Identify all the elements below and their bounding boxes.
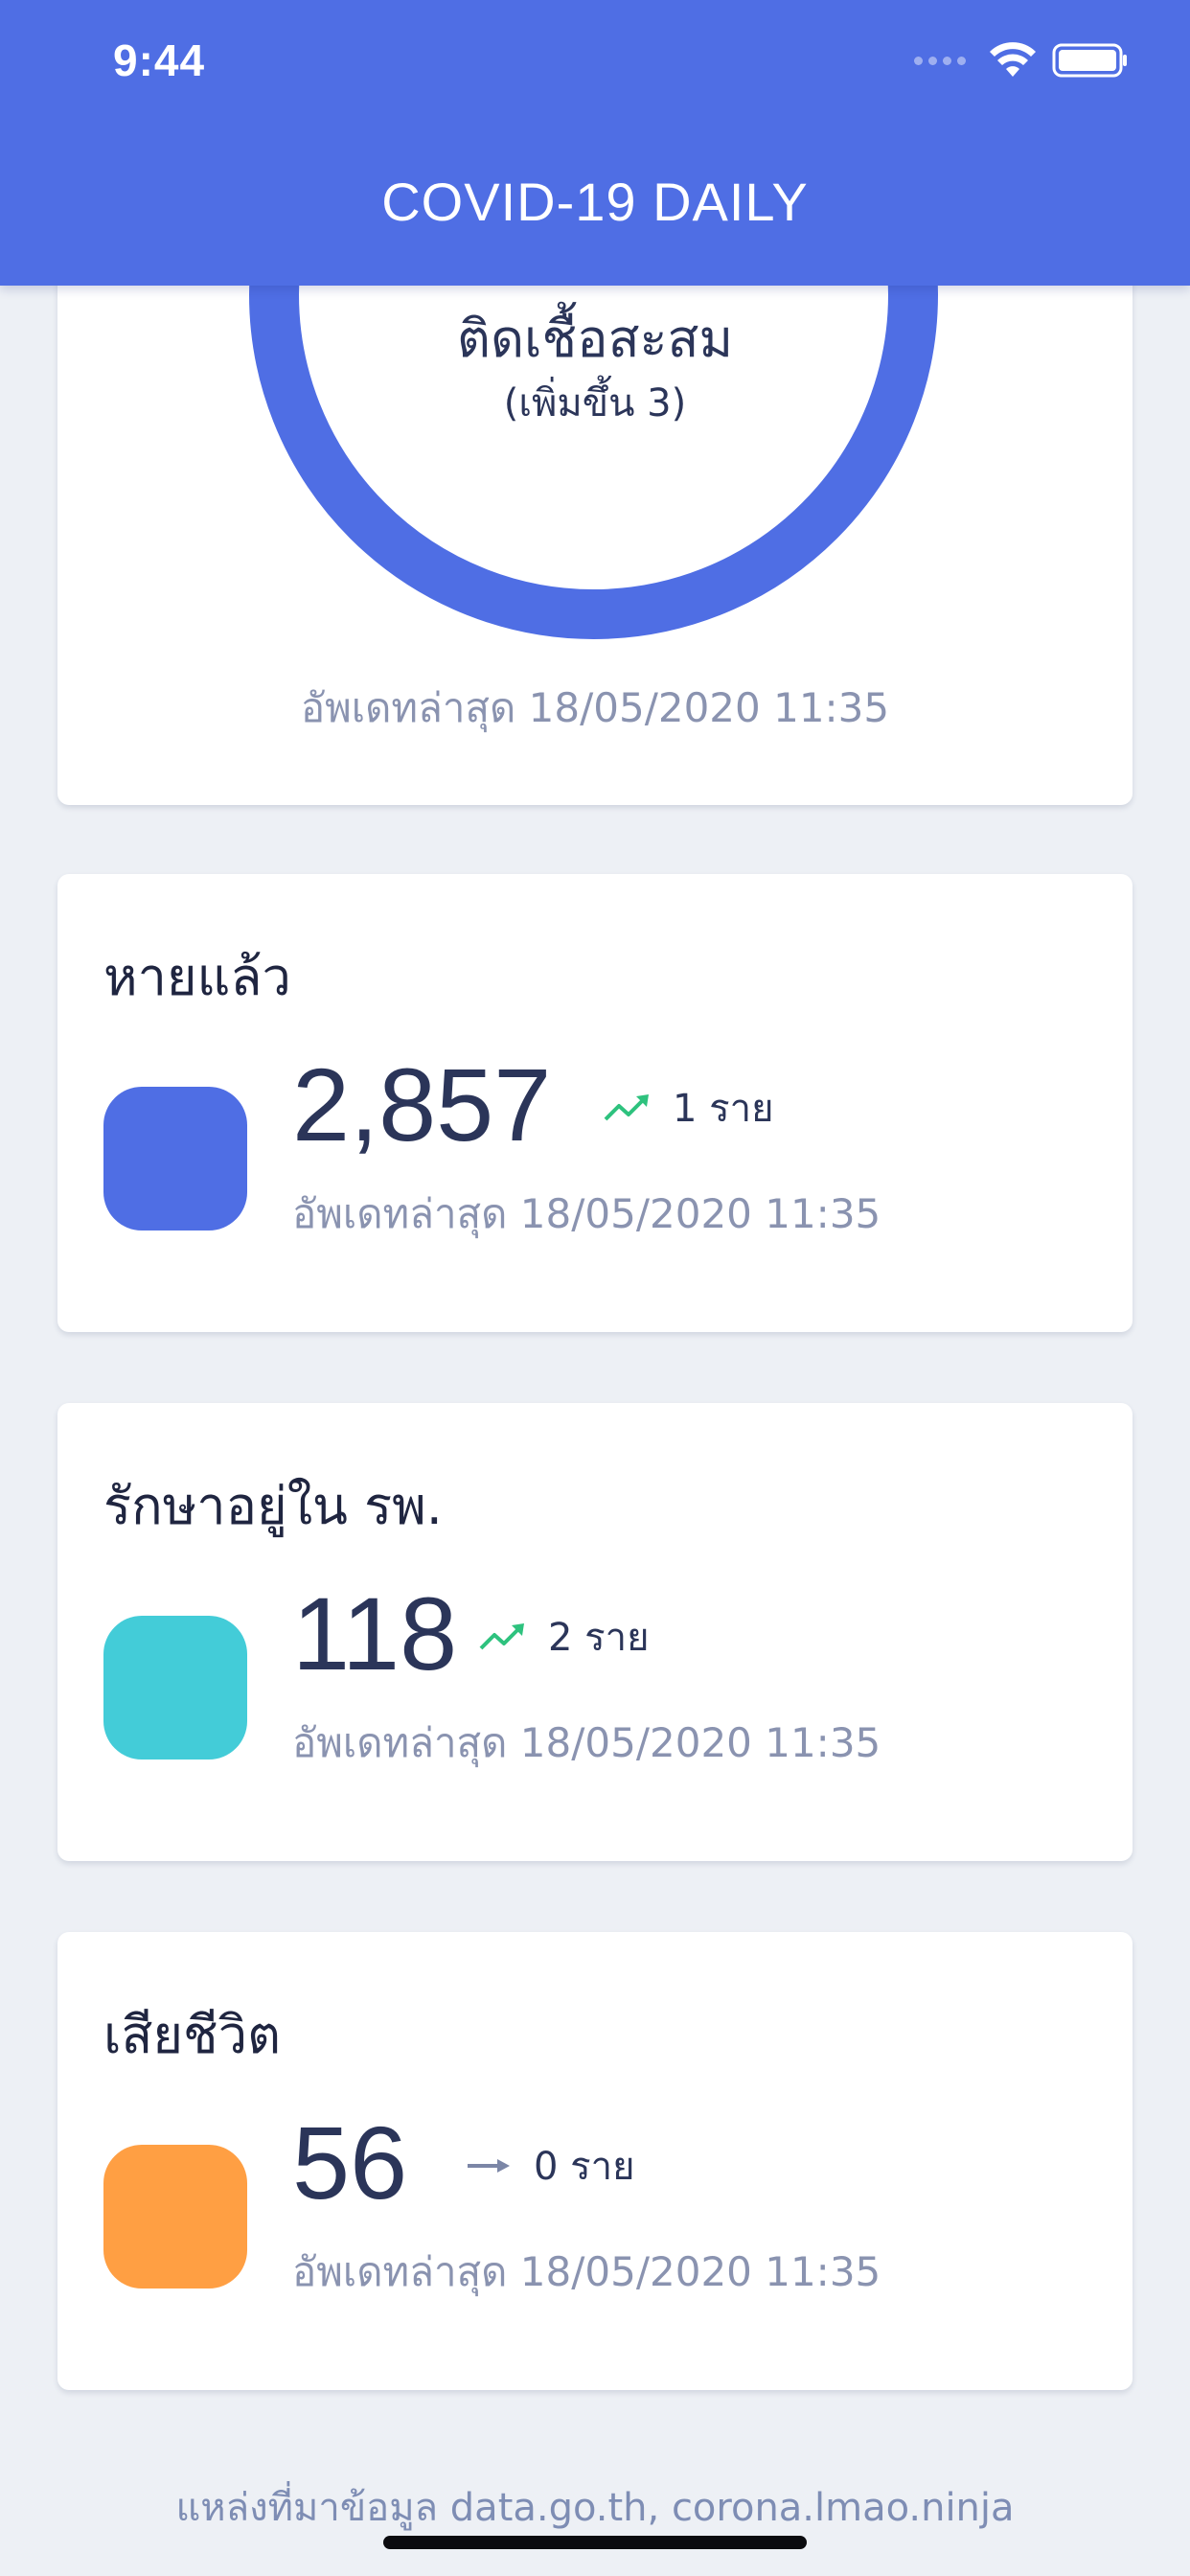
recovered-card: หายแล้ว 2,857 1 ราย อัพเดทล่าสุด 18/05/2…: [57, 874, 1133, 1332]
recovered-title: หายแล้ว: [103, 947, 291, 1007]
recovered-value: 2,857: [292, 1046, 552, 1162]
hospitalized-title: รักษาอยู่ใน รพ.: [103, 1476, 443, 1536]
trending-up-icon: [479, 1623, 524, 1650]
total-cases-updated: อัพเดทล่าสุด 18/05/2020 11:35: [300, 684, 890, 731]
deaths-color-swatch: [103, 2145, 247, 2288]
deaths-title: เสียชีวิต: [103, 2005, 282, 2065]
hospitalized-trend: 2 ราย: [479, 1606, 650, 1668]
recovered-trend: 1 ราย: [604, 1077, 774, 1138]
signal-icon: [914, 56, 966, 65]
deaths-value: 56: [292, 2104, 408, 2220]
home-indicator[interactable]: [383, 2536, 807, 2549]
deaths-trend: 0 ราย: [465, 2135, 635, 2196]
wifi-icon: [990, 42, 1036, 77]
battery-icon: [1052, 43, 1127, 78]
app-header: 9:44 COVID-19 DAILY: [0, 0, 1190, 286]
hospitalized-value: 118: [292, 1576, 458, 1691]
page-title: COVID-19 DAILY: [381, 172, 809, 232]
status-time: 9:44: [113, 35, 206, 85]
trending-up-icon: [604, 1094, 649, 1121]
total-cases-label: ติดเชื้อสะสม: [456, 309, 734, 369]
hospitalized-updated: อัพเดทล่าสุด 18/05/2020 11:35: [292, 1719, 881, 1766]
recovered-updated: อัพเดทล่าสุด 18/05/2020 11:35: [292, 1190, 881, 1237]
status-icons: [914, 42, 1129, 79]
recovered-color-swatch: [103, 1087, 247, 1230]
deaths-trend-text: 0 ราย: [534, 2145, 635, 2189]
hospitalized-color-swatch: [103, 1616, 247, 1760]
deaths-updated: อัพเดทล่าสุด 18/05/2020 11:35: [292, 2248, 881, 2295]
hospitalized-card: รักษาอยู่ใน รพ. 118 2 ราย อัพเดทล่าสุด 1…: [57, 1403, 1133, 1861]
hospitalized-trend-text: 2 ราย: [548, 1616, 650, 1660]
total-cases-change: (เพิ่มขึ้น 3): [503, 381, 687, 426]
arrow-right-icon: [468, 2159, 510, 2173]
deaths-card: เสียชีวิต 56 0 ราย อัพเดทล่าสุด 18/05/20…: [57, 1932, 1133, 2390]
data-source-text: แหล่งที่มาข้อมูล data.go.th, corona.lmao…: [175, 2486, 1015, 2530]
recovered-trend-text: 1 ราย: [673, 1087, 774, 1131]
